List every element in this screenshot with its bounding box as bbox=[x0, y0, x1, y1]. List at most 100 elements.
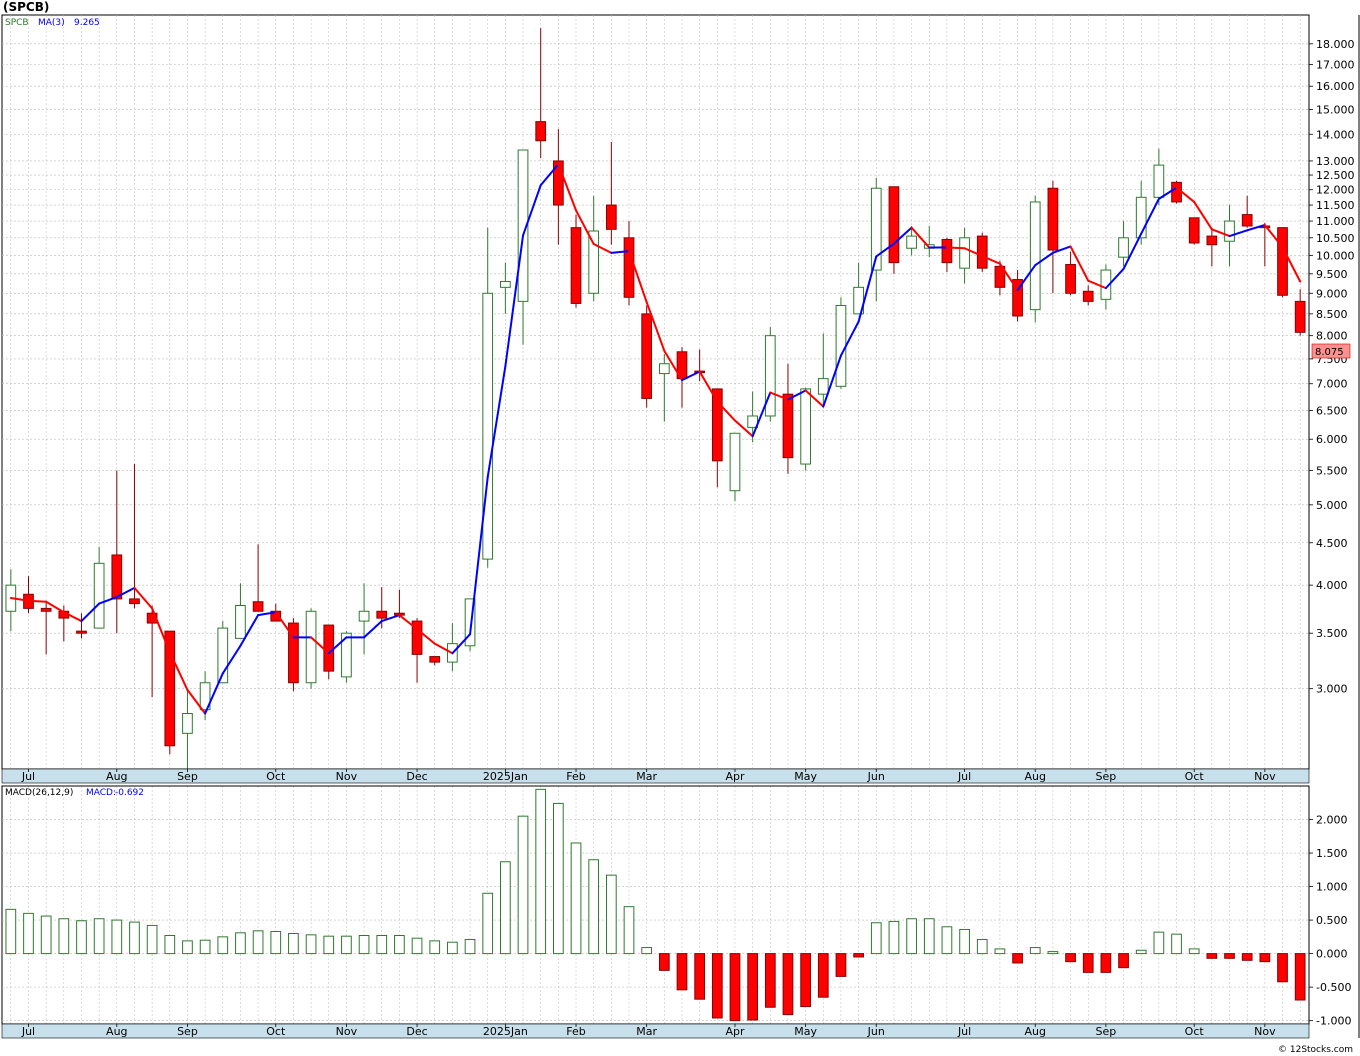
macd-month-label: Oct bbox=[1185, 1025, 1205, 1038]
price-month-label: Aug bbox=[106, 770, 127, 783]
macd-bar-negative bbox=[711, 953, 723, 1019]
candle-down bbox=[40, 607, 52, 612]
macd-bar-positive bbox=[1135, 949, 1147, 955]
price-month-label: Oct bbox=[1185, 770, 1205, 783]
price-ytick-label: 3.000 bbox=[1316, 683, 1348, 696]
candle-up bbox=[500, 280, 511, 288]
candle-up bbox=[93, 562, 105, 629]
macd-bar-positive bbox=[411, 937, 423, 955]
price-ytick-label: 11.000 bbox=[1316, 215, 1355, 228]
macd-bar-positive bbox=[1047, 951, 1059, 955]
macd-month-label: Sep bbox=[177, 1025, 198, 1038]
macd-bar-negative bbox=[800, 953, 811, 1008]
price-ytick-label: 8.000 bbox=[1316, 330, 1348, 343]
price-month-label: Aug bbox=[1024, 770, 1045, 783]
macd-bar-positive bbox=[5, 908, 17, 955]
price-month-label: Jul bbox=[957, 770, 971, 783]
macd-bar-negative bbox=[1012, 953, 1023, 964]
macd-bar-positive bbox=[76, 920, 87, 955]
price-ytick-label: 10.500 bbox=[1316, 232, 1355, 245]
candle-up bbox=[959, 237, 970, 269]
price-month-label: Oct bbox=[266, 770, 286, 783]
macd-month-label: 2025Jan bbox=[483, 1025, 528, 1038]
candle-up bbox=[658, 363, 670, 375]
price-month-label: Apr bbox=[725, 770, 745, 783]
price-ytick-label: 4.500 bbox=[1316, 537, 1348, 550]
macd-bar-negative bbox=[1277, 953, 1288, 983]
candle-down bbox=[1047, 187, 1059, 251]
price-ytick-label: 13.000 bbox=[1316, 155, 1355, 168]
price-ytick-label: 9.000 bbox=[1316, 287, 1348, 300]
macd-bar-positive bbox=[994, 948, 1006, 955]
candle-down bbox=[605, 204, 617, 230]
macd-month-label: Sep bbox=[1096, 1025, 1117, 1038]
macd-bar-positive bbox=[976, 939, 988, 955]
macd-bar-positive bbox=[129, 921, 140, 955]
macd-month-label: Feb bbox=[566, 1025, 585, 1038]
candle-up bbox=[305, 610, 317, 684]
candle-up bbox=[800, 388, 811, 465]
ma-line-segment bbox=[945, 246, 966, 250]
macd-bar-positive bbox=[1188, 948, 1200, 955]
macd-legend-macd-label: MACD: bbox=[86, 788, 116, 798]
candle-up bbox=[835, 304, 847, 387]
candle-up bbox=[588, 230, 600, 294]
macd-bar-positive bbox=[906, 918, 917, 955]
macd-legend-macd-value: -0.692 bbox=[115, 788, 144, 798]
candle-down bbox=[535, 121, 547, 142]
macd-month-label: Aug bbox=[106, 1025, 127, 1038]
candle-up bbox=[764, 335, 776, 417]
price-ytick-label: 5.000 bbox=[1316, 499, 1348, 512]
macd-bar-positive bbox=[111, 919, 123, 955]
candle-down bbox=[76, 630, 87, 634]
macd-bar-positive bbox=[588, 859, 600, 955]
candle-down bbox=[941, 239, 953, 264]
macd-bar-positive bbox=[217, 936, 229, 955]
macd-bar-positive bbox=[323, 935, 335, 955]
macd-month-label: May bbox=[794, 1025, 817, 1038]
macd-bar-positive bbox=[641, 947, 653, 955]
candle-up bbox=[235, 605, 246, 639]
macd-ytick-label: 2.000 bbox=[1316, 814, 1348, 827]
macd-month-label: Jul bbox=[21, 1025, 35, 1038]
macd-bar-positive bbox=[500, 861, 511, 955]
macd-bar-positive bbox=[482, 892, 494, 955]
macd-bar-negative bbox=[835, 953, 847, 977]
macd-bar-positive bbox=[447, 941, 458, 955]
macd-bar-positive bbox=[517, 815, 529, 955]
macd-bar-positive bbox=[464, 939, 476, 955]
macd-bar-positive bbox=[1171, 933, 1182, 955]
macd-bar-negative bbox=[1065, 953, 1076, 963]
macd-bar-positive bbox=[288, 932, 299, 955]
macd-bar-positive bbox=[535, 788, 547, 955]
price-ytick-label: 6.000 bbox=[1316, 433, 1348, 446]
legend-ma-label: MA(3) bbox=[38, 18, 65, 28]
candle-down bbox=[623, 237, 635, 298]
price-ytick-label: 6.500 bbox=[1316, 404, 1348, 417]
price-ytick-label: 8.500 bbox=[1316, 308, 1348, 321]
candle-down bbox=[376, 610, 388, 619]
price-month-label: Dec bbox=[406, 770, 427, 783]
candle-down bbox=[323, 624, 335, 672]
legend-ma-value: 9.265 bbox=[74, 18, 100, 28]
price-ytick-label: 18.000 bbox=[1316, 38, 1355, 51]
candle-down bbox=[1206, 235, 1218, 246]
macd-bar-negative bbox=[1241, 953, 1253, 961]
price-month-label: May bbox=[794, 770, 817, 783]
candle-down bbox=[1082, 290, 1094, 302]
price-month-label: Feb bbox=[566, 770, 585, 783]
macd-month-label: Nov bbox=[336, 1025, 358, 1038]
macd-bar-positive bbox=[623, 906, 635, 955]
macd-bar-positive bbox=[182, 940, 193, 955]
price-ytick-label: 7.000 bbox=[1316, 378, 1348, 391]
candle-up bbox=[482, 292, 494, 560]
macd-bar-positive bbox=[199, 939, 211, 955]
price-ytick-label: 3.500 bbox=[1316, 627, 1348, 640]
candle-down bbox=[111, 554, 123, 600]
macd-bar-positive bbox=[941, 926, 953, 955]
macd-bar-positive bbox=[553, 802, 564, 955]
candle-up bbox=[1224, 220, 1235, 242]
macd-bar-positive bbox=[429, 940, 441, 955]
price-ytick-label: 9.500 bbox=[1316, 268, 1348, 281]
macd-bar-negative bbox=[1294, 953, 1306, 1001]
